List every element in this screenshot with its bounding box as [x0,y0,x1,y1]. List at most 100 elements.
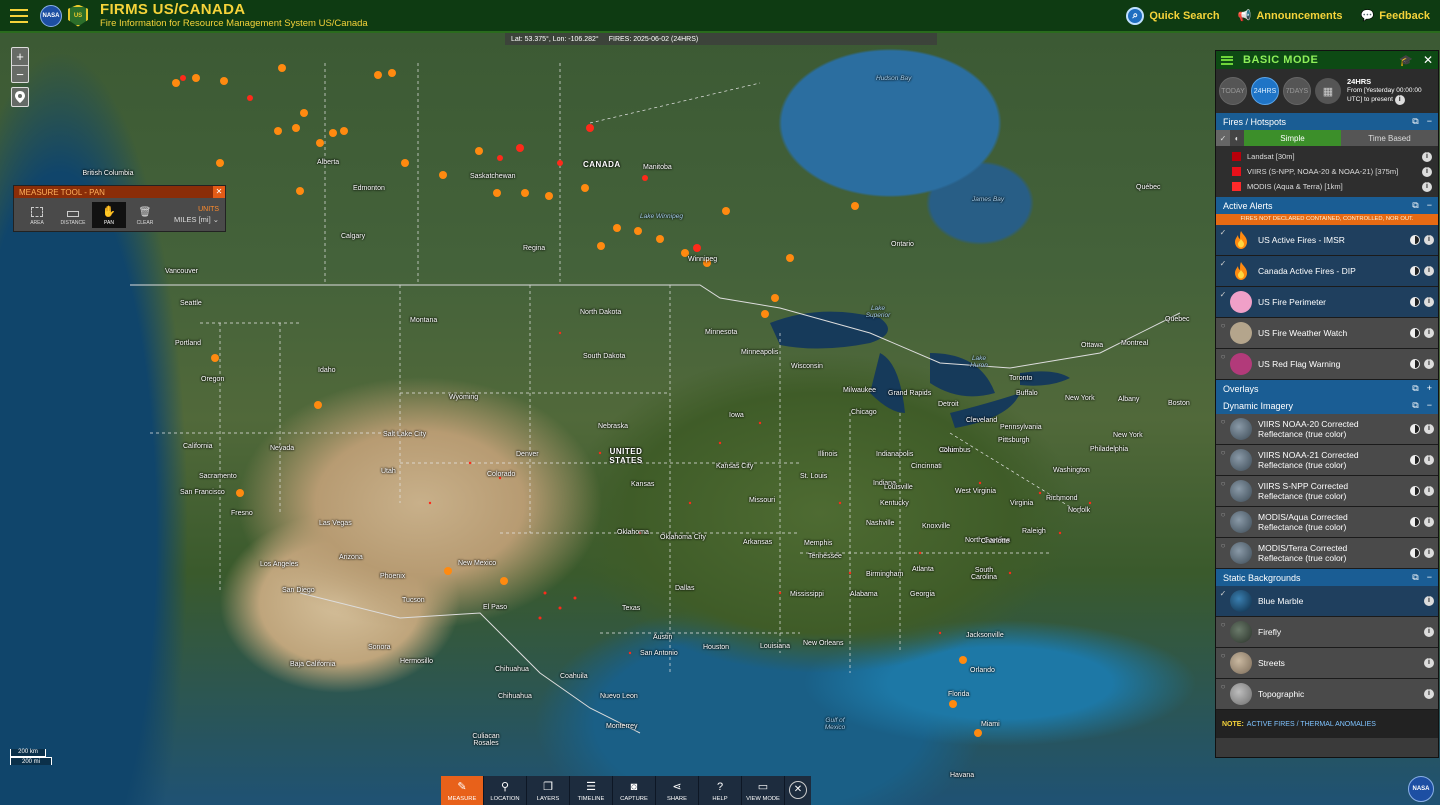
contrast-icon[interactable]: ◐ [1230,130,1244,146]
measure-clear-button[interactable]: 🗑 CLEAR [128,202,162,228]
info-icon[interactable]: i [1422,151,1432,162]
nasa-logo[interactable]: NASA [40,4,62,27]
time-today-button[interactable]: TODAY [1219,77,1247,105]
check-icon[interactable]: ✓ [1216,259,1230,268]
collapse-icon[interactable]: − [1427,116,1432,127]
measure-area-button[interactable]: AREA [20,202,54,228]
info-icon[interactable]: i [1422,181,1432,192]
toolbar-measure-button[interactable]: ✎ MEASURE [441,776,484,805]
layer-us-active-fires[interactable]: ✓ US Active Fires - IMSR i [1216,225,1438,256]
opacity-icon[interactable] [1410,486,1420,496]
info-icon[interactable]: i [1422,166,1432,177]
info-icon[interactable]: i [1424,486,1434,496]
info-icon[interactable]: i [1424,689,1434,699]
note-link[interactable]: ACTIVE FIRES / THERMAL ANOMALIES [1247,721,1376,728]
layer-firefly[interactable]: ○ Firefly i [1216,617,1438,648]
layer-blue-marble[interactable]: ✓ Blue Marble i [1216,586,1438,617]
announcements-button[interactable]: 📢 Announcements [1238,9,1343,23]
popout-icon[interactable]: ⧉ [1412,400,1418,411]
collapse-icon[interactable]: − [1427,200,1432,211]
info-icon[interactable]: i [1424,548,1434,558]
info-icon[interactable]: i [1424,658,1434,668]
check-icon[interactable]: ○ [1216,541,1230,550]
info-icon[interactable]: i [1424,359,1434,369]
measure-close-button[interactable]: ✕ [213,186,225,198]
time-24hrs-button[interactable]: 24HRS [1251,77,1279,105]
zoom-in-button[interactable]: + [12,48,28,65]
static-section-header[interactable]: Static Backgrounds ⧉ − [1216,569,1438,586]
toolbar-close-button[interactable]: ✕ [789,781,807,799]
layer-viirs-noaa21[interactable]: ○ VIIRS NOAA-21 Corrected Reflectance (tr… [1216,445,1438,476]
info-icon[interactable]: i [1424,266,1434,276]
info-icon[interactable]: i [1424,627,1434,637]
usfs-logo[interactable]: US [68,4,88,27]
dynamic-section-header[interactable]: Dynamic Imagery ⧉ − [1216,397,1438,414]
check-icon[interactable]: ✓ [1216,589,1230,598]
opacity-icon[interactable] [1410,359,1420,369]
opacity-icon[interactable] [1410,297,1420,307]
overlays-section-header[interactable]: Overlays ⧉ + [1216,380,1438,397]
info-icon[interactable]: i [1424,596,1434,606]
check-icon[interactable]: ○ [1216,479,1230,488]
popout-icon[interactable]: ⧉ [1412,116,1418,127]
check-icon[interactable]: ○ [1216,417,1230,426]
toolbar-view-mode-button[interactable]: ▭ VIEW MODE [742,776,785,805]
fires-section-header[interactable]: Fires / Hotspots ⧉ − [1216,113,1438,130]
popout-icon[interactable]: ⧉ [1412,200,1418,211]
opacity-icon[interactable] [1410,517,1420,527]
check-icon[interactable]: ✓ [1216,290,1230,299]
toolbar-timeline-button[interactable]: ☰ TIMELINE [570,776,613,805]
opacity-icon[interactable] [1410,235,1420,245]
check-icon[interactable]: ○ [1216,651,1230,660]
info-icon[interactable]: i [1424,517,1434,527]
info-icon[interactable]: i [1424,297,1434,307]
measure-pan-button[interactable]: ✋ PAN [92,202,126,228]
tab-simple[interactable]: Simple [1244,130,1341,146]
layer-topographic[interactable]: ○ Topographic i [1216,679,1438,710]
toolbar-layers-button[interactable]: ❐ LAYERS [527,776,570,805]
layer-modis-terra[interactable]: ○ MODIS/Terra Corrected Reflectance (true… [1216,538,1438,569]
check-icon[interactable]: ○ [1216,682,1230,691]
info-icon[interactable]: i [1424,328,1434,338]
opacity-icon[interactable] [1410,328,1420,338]
tab-time-based[interactable]: Time Based [1341,130,1438,146]
info-icon[interactable]: i [1394,95,1405,106]
check-icon[interactable]: ○ [1216,448,1230,457]
panel-close-icon[interactable]: ✕ [1423,53,1433,67]
opacity-icon[interactable] [1410,266,1420,276]
fires-toggle-checkbox[interactable]: ✓ [1216,130,1230,146]
toolbar-capture-button[interactable]: ◙ CAPTURE [613,776,656,805]
opacity-icon[interactable] [1410,424,1420,434]
collapse-icon[interactable]: − [1427,572,1432,583]
popout-icon[interactable]: ⧉ [1412,572,1418,583]
info-icon[interactable]: i [1424,424,1434,434]
layer-canada-active-fires[interactable]: ✓ Canada Active Fires - DIP i [1216,256,1438,287]
popout-icon[interactable]: ⧉ [1412,383,1418,394]
nasa-corner-logo[interactable]: NASA [1408,776,1434,802]
toolbar-location-button[interactable]: ⚲ LOCATION [484,776,527,805]
toolbar-share-button[interactable]: ⋖ SHARE [656,776,699,805]
units-dropdown[interactable]: MILES [mi] ⌄ [174,215,219,224]
layer-us-fire-perimeter[interactable]: ✓ US Fire Perimeter i [1216,287,1438,318]
check-icon[interactable]: ✓ [1216,228,1230,237]
opacity-icon[interactable] [1410,548,1420,558]
time-7days-button[interactable]: 7DAYS [1283,77,1311,105]
main-menu-icon[interactable] [10,8,28,23]
layer-viirs-noaa20[interactable]: ○ VIIRS NOAA-20 Corrected Reflectance (tr… [1216,414,1438,445]
check-icon[interactable]: ○ [1216,510,1230,519]
calendar-icon[interactable]: ▦ [1315,78,1341,104]
quick-search-button[interactable]: ⌕ Quick Search [1126,6,1220,25]
expand-icon[interactable]: + [1427,383,1432,394]
info-icon[interactable]: i [1424,235,1434,245]
layer-viirs-snpp[interactable]: ○ VIIRS S-NPP Corrected Reflectance (true… [1216,476,1438,507]
alerts-section-header[interactable]: Active Alerts ⧉ − [1216,197,1438,214]
opacity-icon[interactable] [1410,455,1420,465]
layer-us-red-flag-warning[interactable]: ○ US Red Flag Warning i [1216,349,1438,380]
layer-modis-aqua[interactable]: ○ MODIS/Aqua Corrected Reflectance (true … [1216,507,1438,538]
measure-distance-button[interactable]: DISTANCE [56,202,90,228]
locate-button[interactable] [11,87,29,107]
check-icon[interactable]: ○ [1216,620,1230,629]
graduation-cap-icon[interactable]: 🎓 [1399,54,1413,67]
check-icon[interactable]: ○ [1216,321,1230,330]
toolbar-help-button[interactable]: ? HELP [699,776,742,805]
